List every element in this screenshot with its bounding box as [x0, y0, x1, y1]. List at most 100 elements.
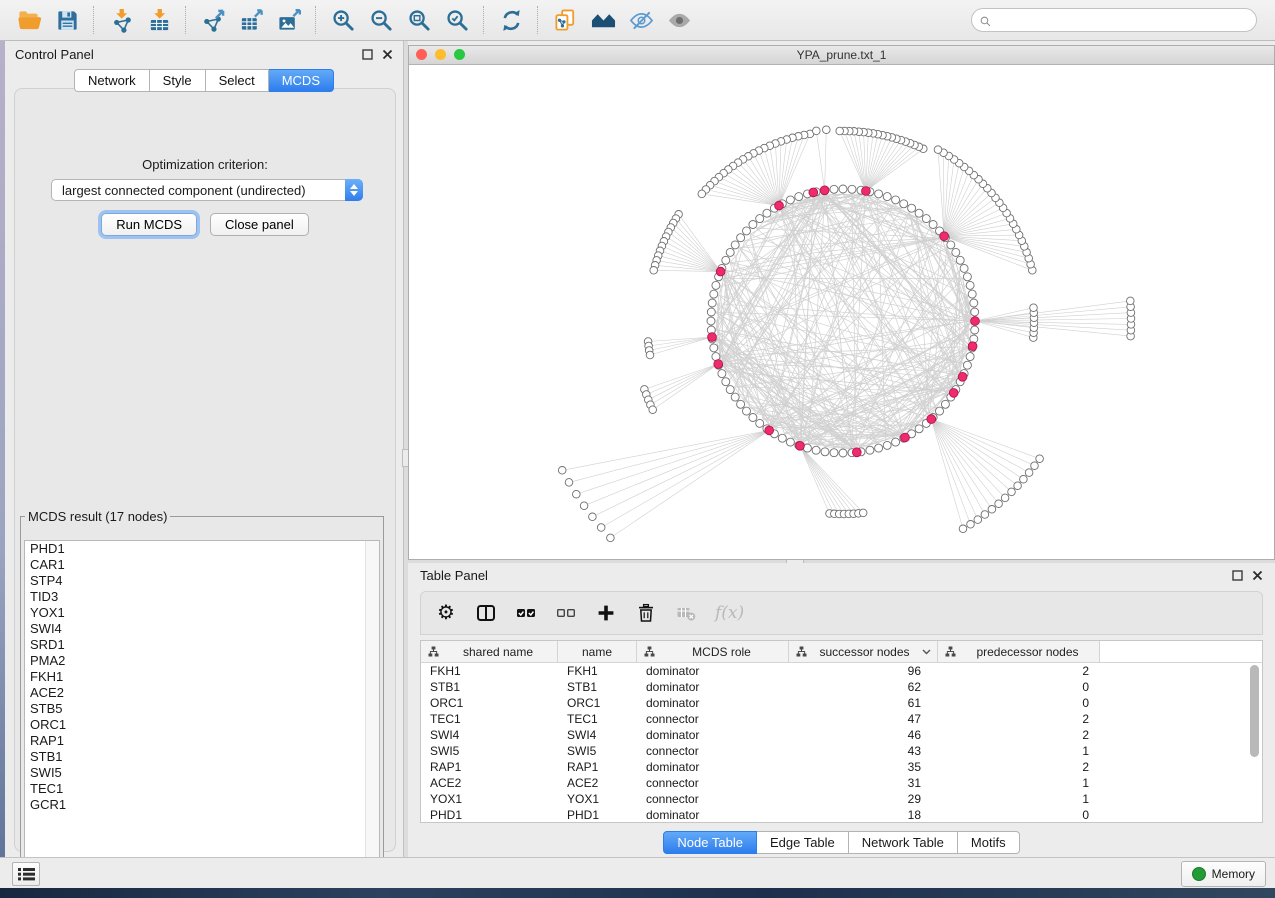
mcds-node-item[interactable]: TID3 — [25, 589, 379, 605]
column-header-predecessor-nodes[interactable]: predecessor nodes — [938, 641, 1100, 662]
table-row[interactable]: FKH1FKH1dominator962 — [421, 663, 1262, 679]
tab-select[interactable]: Select — [206, 69, 269, 92]
table-settings-gear-icon[interactable]: ⚙ — [435, 601, 457, 625]
import-table-from-file-icon[interactable] — [142, 5, 176, 35]
task-history-button[interactable] — [12, 862, 40, 886]
export-network-icon[interactable] — [196, 5, 230, 35]
mcds-node-item[interactable]: PMA2 — [25, 653, 379, 669]
tab-motifs[interactable]: Motifs — [958, 831, 1020, 854]
table-row[interactable]: SWI4SWI4dominator462 — [421, 727, 1262, 743]
mcds-node-item[interactable]: PHD1 — [25, 541, 379, 557]
mcds-node-item[interactable]: SWI5 — [25, 765, 379, 781]
column-header-name[interactable]: name — [558, 641, 637, 662]
tab-edge-table[interactable]: Edge Table — [757, 831, 849, 854]
close-panel-button[interactable]: Close panel — [210, 213, 309, 236]
column-header-successor-nodes[interactable]: successor nodes — [789, 641, 938, 662]
window-traffic-lights — [416, 49, 465, 60]
tab-style[interactable]: Style — [150, 69, 206, 92]
float-panel-icon[interactable] — [362, 49, 373, 60]
tab-network[interactable]: Network — [74, 69, 150, 92]
cell-MCDS-role: dominator — [637, 680, 789, 694]
cell-successor-nodes: 47 — [789, 712, 938, 726]
mcds-node-item[interactable]: STB5 — [25, 701, 379, 717]
delete-table-icon — [675, 601, 697, 625]
close-panel-icon[interactable] — [382, 49, 393, 60]
close-window-icon[interactable] — [416, 49, 427, 60]
mcds-node-item[interactable]: FKH1 — [25, 669, 379, 685]
cell-MCDS-role: dominator — [637, 696, 789, 710]
tab-mcds[interactable]: MCDS — [269, 69, 334, 92]
mcds-node-item[interactable]: GCR1 — [25, 797, 379, 813]
table-panel-title: Table Panel — [420, 568, 488, 583]
zoom-in-icon[interactable] — [326, 5, 360, 35]
search-box[interactable] — [971, 8, 1257, 32]
zoom-selected-region-icon[interactable] — [440, 5, 474, 35]
mcds-node-item[interactable]: RAP1 — [25, 733, 379, 749]
cell-predecessor-nodes: 1 — [938, 776, 1100, 790]
hide-selected-icon[interactable] — [624, 5, 658, 35]
mcds-node-item[interactable]: STP4 — [25, 573, 379, 589]
add-column-icon[interactable] — [595, 601, 617, 625]
deselect-all-rows-icon[interactable] — [555, 601, 577, 625]
select-all-rows-icon[interactable] — [515, 601, 537, 625]
table-row[interactable]: SWI5SWI5connector431 — [421, 743, 1262, 759]
mcds-node-item[interactable]: CAR1 — [25, 557, 379, 573]
table-row[interactable]: RAP1RAP1dominator352 — [421, 759, 1262, 775]
cell-successor-nodes: 61 — [789, 696, 938, 710]
network-canvas[interactable] — [409, 65, 1274, 560]
column-header-MCDS-role[interactable]: MCDS role — [637, 641, 789, 662]
table-row[interactable]: YOX1YOX1connector291 — [421, 791, 1262, 807]
minimize-window-icon[interactable] — [435, 49, 446, 60]
maximize-window-icon[interactable] — [454, 49, 465, 60]
column-header-shared-name[interactable]: shared name — [421, 641, 558, 662]
cell-shared-name: FKH1 — [421, 664, 558, 678]
optimization-select[interactable]: largest connected component (undirected) — [51, 179, 363, 201]
cell-predecessor-nodes: 0 — [938, 696, 1100, 710]
table-scrollbar-thumb[interactable] — [1250, 665, 1259, 757]
table-row[interactable]: PHD1PHD1dominator180 — [421, 807, 1262, 823]
zoom-fit-content-icon[interactable] — [402, 5, 436, 35]
cytoscape-app: Control Panel NetworkStyleSelectMCDS Opt… — [0, 0, 1275, 898]
mcds-node-item[interactable]: ORC1 — [25, 717, 379, 733]
zoom-out-icon[interactable] — [364, 5, 398, 35]
delete-column-icon[interactable] — [635, 601, 657, 625]
cell-successor-nodes: 62 — [789, 680, 938, 694]
cell-successor-nodes: 96 — [789, 664, 938, 678]
header-filler — [1100, 641, 1262, 662]
first-neighbors-icon[interactable] — [586, 5, 620, 35]
refresh-view-icon[interactable] — [494, 5, 528, 35]
close-panel-icon[interactable] — [1252, 570, 1263, 581]
memory-button[interactable]: Memory — [1181, 861, 1266, 887]
status-bar: Memory — [0, 857, 1275, 888]
mcds-list-scrollbar[interactable] — [365, 541, 379, 868]
table-row[interactable]: ORC1ORC1dominator610 — [421, 695, 1262, 711]
export-table-icon[interactable] — [234, 5, 268, 35]
tab-node-table[interactable]: Node Table — [663, 831, 757, 854]
toolbar-separator — [537, 6, 539, 34]
tab-network-table[interactable]: Network Table — [849, 831, 958, 854]
table-row[interactable]: ACE2ACE2connector311 — [421, 775, 1262, 791]
mcds-node-item[interactable]: SRD1 — [25, 637, 379, 653]
memory-status-dot — [1192, 867, 1206, 881]
cell-shared-name: SWI5 — [421, 744, 558, 758]
search-input[interactable] — [991, 12, 1225, 28]
float-panel-icon[interactable] — [1232, 570, 1243, 581]
mcds-node-item[interactable]: STB1 — [25, 749, 379, 765]
column-visibility-icon[interactable] — [475, 601, 497, 625]
run-mcds-button[interactable]: Run MCDS — [101, 213, 197, 236]
open-file-icon[interactable] — [12, 5, 46, 35]
network-window-titlebar[interactable]: YPA_prune.txt_1 — [409, 46, 1274, 65]
table-row[interactable]: TEC1TEC1connector472 — [421, 711, 1262, 727]
cell-MCDS-role: connector — [637, 776, 789, 790]
mcds-node-item[interactable]: ACE2 — [25, 685, 379, 701]
export-image-icon[interactable] — [272, 5, 306, 35]
mcds-node-item[interactable]: TEC1 — [25, 781, 379, 797]
mcds-node-item[interactable]: YOX1 — [25, 605, 379, 621]
show-all-icon[interactable] — [662, 5, 696, 35]
import-network-from-file-icon[interactable] — [104, 5, 138, 35]
duplicate-network-icon[interactable] — [548, 5, 582, 35]
mcds-node-item[interactable]: SWI4 — [25, 621, 379, 637]
table-row[interactable]: STB1STB1dominator620 — [421, 679, 1262, 695]
cell-shared-name: SWI4 — [421, 728, 558, 742]
save-session-icon[interactable] — [50, 5, 84, 35]
